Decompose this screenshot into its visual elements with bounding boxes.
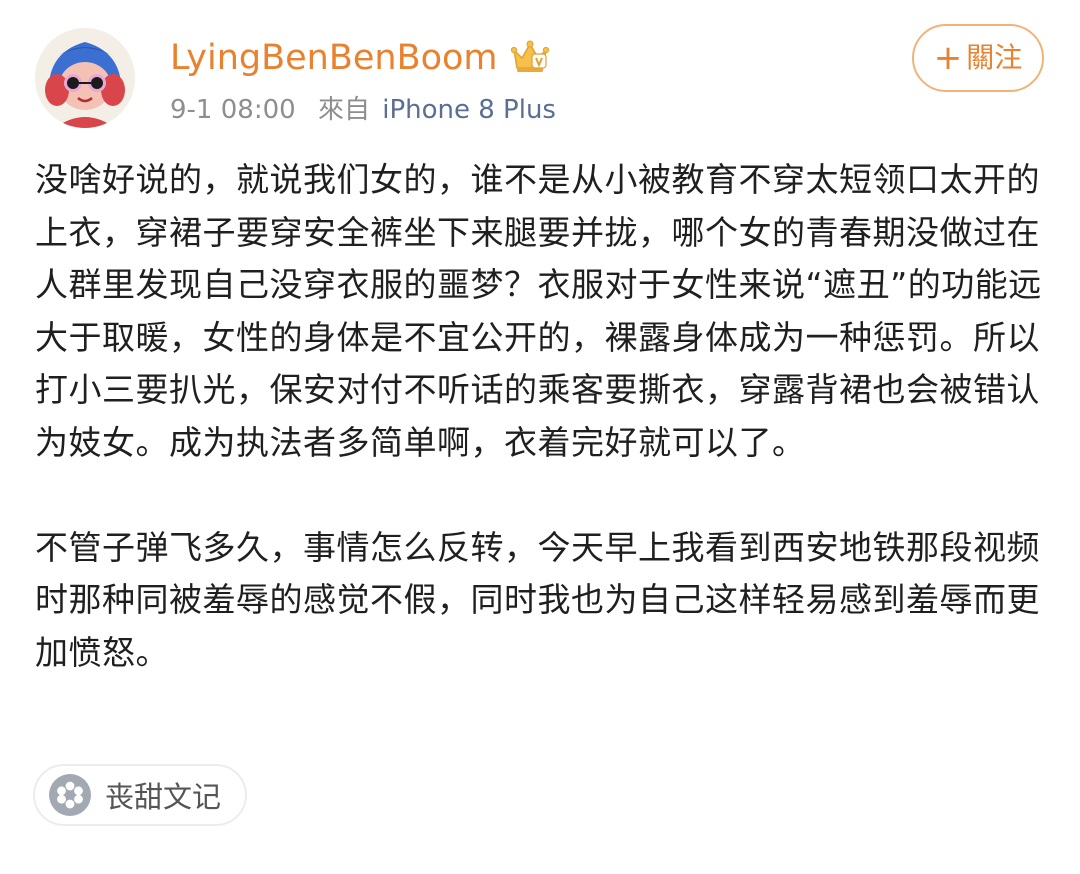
follow-button-label: 關注 [966,41,1023,74]
post-time: 9-1 08:00 [170,95,296,125]
user-avatar[interactable] [35,28,135,128]
flower-icon [49,774,91,816]
post-paragraph: 没啥好说的，就说我们女的，谁不是从小被教育不穿太短领口太开的上衣，穿裙子要穿安全… [35,160,1042,462]
topic-tag-label: 丧甜文记 [105,780,222,814]
user-avatar-illustration [35,28,135,128]
follow-button[interactable]: + 關注 [912,24,1044,92]
source-label: 來自 [317,95,370,125]
device-name[interactable]: iPhone 8 Plus [382,95,556,125]
post-header: LyingBenBenBoom 9-1 08:00 來自 iPhone 8 Pl… [0,0,1080,140]
post-meta: 9-1 08:00 來自 iPhone 8 Plus [170,92,556,128]
plus-icon: + [933,38,963,78]
username[interactable]: LyingBenBenBoom [170,36,498,80]
post-paragraph: 不管子弹飞多久，事情怎么反转，今天早上我看到西安地铁那段视频时那种同被羞辱的感觉… [35,527,1040,672]
crown-badge-icon [510,40,550,72]
post-body: 没啥好说的，就说我们女的，谁不是从小被教育不穿太短领口太开的上衣，穿裙子要穿安全… [35,154,1045,679]
topic-tag[interactable]: 丧甜文记 [33,764,248,826]
